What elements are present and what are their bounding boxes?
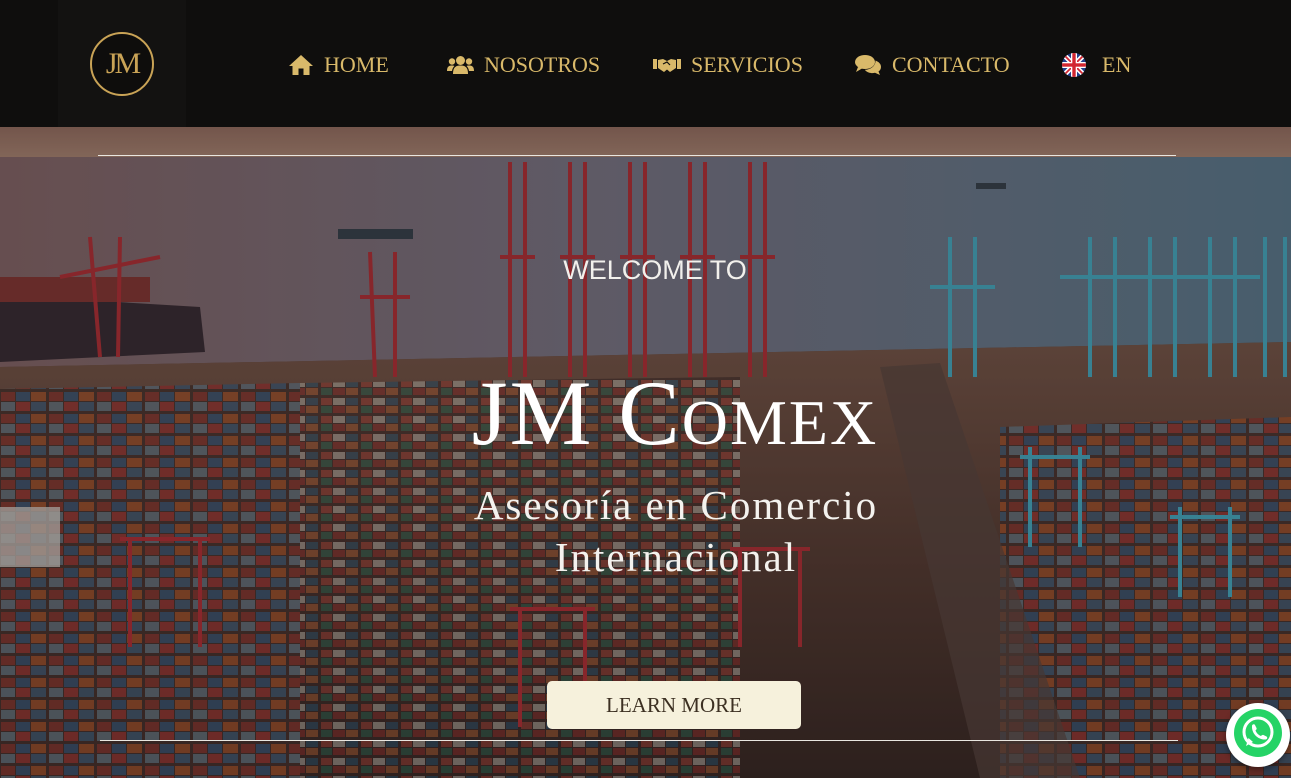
nav-servicios-label: SERVICIOS (691, 52, 803, 77)
nav-home-label: HOME (324, 52, 389, 77)
uk-flag-icon (1062, 53, 1086, 77)
nav-nosotros-label: NOSOTROS (484, 52, 601, 77)
handshake-icon (653, 56, 681, 74)
language-label: EN (1102, 52, 1132, 77)
navbar: JM HOME NOSOTROS SERVICIOS CONTACTO EN (0, 0, 1291, 127)
logo-badge: JM (90, 31, 154, 96)
hero-top-divider (98, 155, 1176, 156)
learn-more-button[interactable]: LEARN MORE (547, 681, 801, 729)
nav-contacto-link[interactable]: CONTACTO (854, 48, 1010, 82)
logo-text: JM (105, 46, 141, 80)
users-icon (447, 55, 474, 75)
hero-subtitle: Asesoría en Comercio Internacional (473, 482, 879, 580)
language-switch[interactable]: EN (1062, 48, 1131, 82)
nav-home-link[interactable]: HOME (288, 48, 389, 82)
whatsapp-icon (1231, 706, 1285, 765)
nav-nosotros-link[interactable]: NOSOTROS (447, 48, 600, 82)
hero-section: WELCOME TO JM Comex Asesoría en Comercio… (0, 127, 1291, 778)
hero-welcome-text: WELCOME TO (563, 255, 747, 285)
nav-servicios-link[interactable]: SERVICIOS (653, 48, 803, 82)
hero-title: JM Comex (471, 362, 879, 464)
nav-contacto-label: CONTACTO (892, 52, 1010, 77)
whatsapp-button[interactable] (1226, 703, 1290, 767)
logo-link[interactable]: JM (58, 0, 186, 127)
hero-bottom-divider (100, 740, 1178, 741)
home-icon (288, 54, 314, 76)
comments-icon (854, 54, 882, 76)
